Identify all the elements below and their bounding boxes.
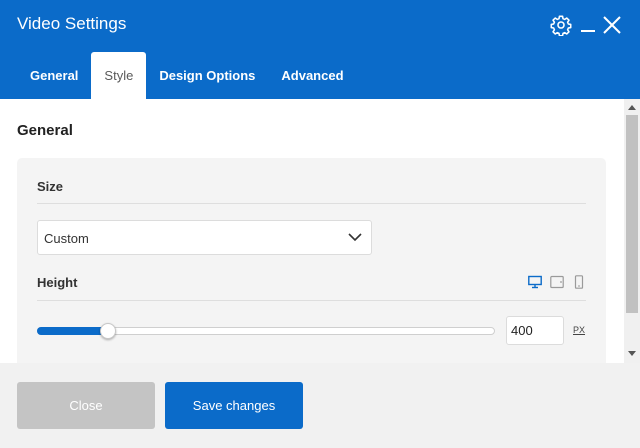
dialog-footer: Close Save changes xyxy=(0,363,640,448)
gear-icon xyxy=(550,15,572,36)
slider-fill xyxy=(37,327,108,335)
dialog-header: Video Settings General Style Design Opti… xyxy=(0,0,640,99)
save-button[interactable]: Save changes xyxy=(165,382,303,429)
divider xyxy=(37,203,586,204)
size-select[interactable]: Custom xyxy=(37,220,372,255)
minimize-button[interactable] xyxy=(575,12,601,38)
height-label: Height xyxy=(37,275,78,290)
height-input[interactable] xyxy=(506,316,564,345)
tab-advanced[interactable]: Advanced xyxy=(268,52,356,99)
height-slider[interactable] xyxy=(37,321,495,341)
chevron-down-icon xyxy=(348,233,362,242)
tab-style[interactable]: Style xyxy=(91,52,147,99)
scrollbar[interactable] xyxy=(624,99,640,363)
close-icon xyxy=(603,16,621,34)
slider-thumb[interactable] xyxy=(99,323,116,339)
divider xyxy=(37,300,586,301)
settings-content: General Size Custom Height 400 PX xyxy=(0,99,624,363)
settings-button[interactable] xyxy=(548,12,574,38)
tab-design-options[interactable]: Design Options xyxy=(146,52,268,99)
device-desktop[interactable] xyxy=(528,275,542,289)
section-title: General xyxy=(17,122,73,139)
device-tablet[interactable] xyxy=(550,275,564,289)
tab-general[interactable]: General xyxy=(17,52,91,99)
minimize-icon xyxy=(581,30,595,32)
close-button[interactable]: Close xyxy=(17,382,155,429)
scroll-down-arrow[interactable] xyxy=(628,351,636,356)
tab-bar: General Style Design Options Advanced xyxy=(17,52,357,99)
size-label: Size xyxy=(37,179,64,194)
size-select-value: Custom xyxy=(44,231,89,246)
close-window-button[interactable] xyxy=(599,12,625,38)
settings-panel: Size Custom Height 400 PX xyxy=(17,158,606,363)
mobile-icon xyxy=(574,275,584,289)
tablet-icon xyxy=(550,275,564,289)
scrollbar-thumb[interactable] xyxy=(626,115,638,313)
scroll-up-arrow[interactable] xyxy=(628,105,636,110)
unit-selector[interactable]: PX xyxy=(573,325,585,335)
dialog-title: Video Settings xyxy=(17,14,127,33)
device-mobile[interactable] xyxy=(572,275,586,289)
desktop-icon xyxy=(528,275,542,289)
